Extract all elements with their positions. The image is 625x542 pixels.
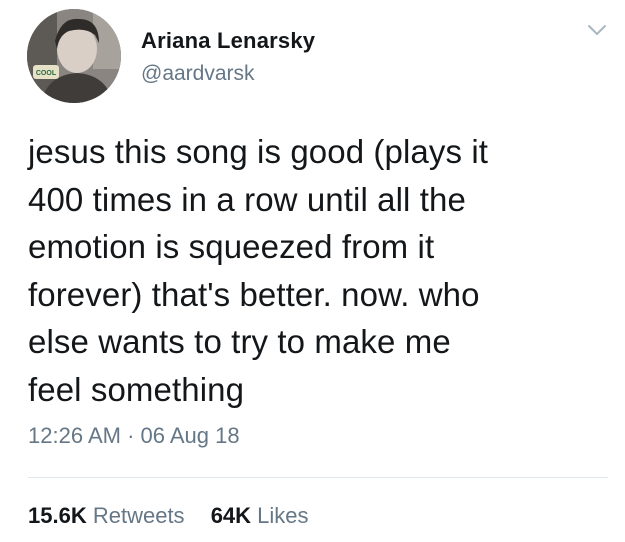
retweets-label: Retweets [92, 503, 185, 528]
chevron-down-icon[interactable] [586, 22, 608, 38]
tweet-card: COOL Ariana Lenarsky @aardvarsk jesus th… [0, 0, 625, 542]
tweet-text: jesus this song is good (plays it 400 ti… [28, 133, 489, 408]
likes-label: Likes [257, 503, 309, 528]
retweets-count: 15.6K [28, 503, 87, 528]
retweets-stat[interactable]: 15.6K Retweets [28, 503, 185, 529]
avatar[interactable]: COOL [27, 9, 121, 103]
user-handle[interactable]: @aardvarsk [141, 62, 255, 86]
tweet-stats: 15.6K Retweets 64K Likes [28, 503, 329, 529]
avatar-badge-text: COOL [36, 70, 57, 77]
likes-stat[interactable]: 64K Likes [211, 503, 309, 529]
avatar-image: COOL [27, 9, 121, 103]
display-name[interactable]: Ariana Lenarsky [141, 28, 315, 54]
divider [28, 477, 608, 478]
tweet-timestamp[interactable]: 12:26 AM · 06 Aug 18 [28, 423, 240, 449]
likes-count: 64K [210, 503, 252, 528]
